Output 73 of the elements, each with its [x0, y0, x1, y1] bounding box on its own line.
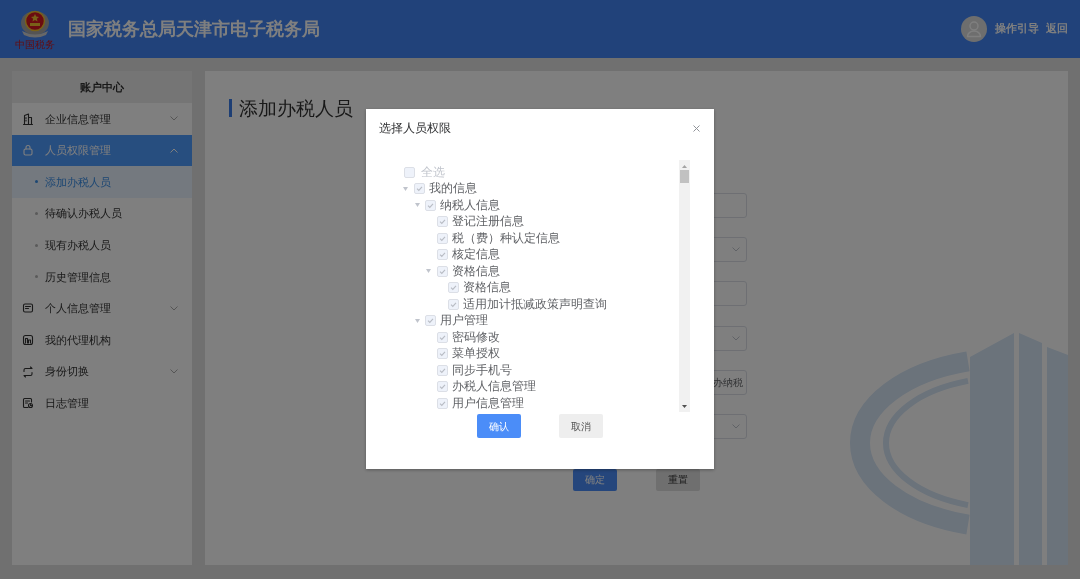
- checkbox[interactable]: [436, 397, 448, 409]
- tree-node-label[interactable]: 用户管理: [440, 312, 488, 330]
- tree-node-label[interactable]: 密码修改: [451, 328, 500, 346]
- checkbox[interactable]: [425, 315, 436, 327]
- secondary-button[interactable]: 重置: [656, 468, 700, 491]
- building-square-icon: [22, 333, 34, 346]
- scrollbar[interactable]: [679, 160, 690, 412]
- checkbox[interactable]: [436, 249, 448, 261]
- checkbox[interactable]: [436, 381, 448, 393]
- checkbox[interactable]: [436, 216, 448, 228]
- header-link[interactable]: 返回: [1046, 21, 1068, 37]
- checkbox[interactable]: [425, 199, 436, 211]
- tree-node-label[interactable]: 登记注册信息: [451, 213, 524, 231]
- document-clock-icon: [22, 397, 34, 410]
- tree-node-label[interactable]: 菜单授权: [451, 345, 500, 363]
- sidebar-item[interactable]: 我的代理机构: [12, 324, 192, 356]
- sidebar-subitem[interactable]: 添加办税人员: [12, 166, 192, 198]
- tree-node-label[interactable]: 纳税人信息: [440, 196, 500, 214]
- logo-text: 中国税务: [15, 38, 55, 50]
- chevron-down-icon: [732, 423, 740, 429]
- tree-node-label[interactable]: 资格信息: [463, 279, 511, 297]
- primary-button[interactable]: 确定: [573, 468, 617, 491]
- building-icon: [22, 112, 34, 125]
- secondary-button[interactable]: 取消: [559, 414, 603, 438]
- page-title: 添加办税人员: [239, 98, 353, 118]
- checkbox[interactable]: [436, 232, 448, 244]
- checkbox[interactable]: [436, 348, 448, 360]
- checkbox[interactable]: [436, 364, 448, 376]
- bullet-icon: [35, 243, 38, 247]
- card-lines-icon: [22, 302, 34, 315]
- scroll-up-icon[interactable]: [682, 165, 687, 168]
- lock-icon: [22, 144, 34, 157]
- tree-node-label[interactable]: 适用加计抵减政策声明查询: [463, 295, 607, 313]
- sidebar-item[interactable]: 日志管理: [12, 387, 192, 419]
- sidebar-subitem[interactable]: 现有办税人员: [12, 229, 192, 261]
- tree-node-label[interactable]: 核定信息: [451, 246, 500, 264]
- dialog-title: 选择人员权限: [379, 120, 451, 137]
- caret-icon[interactable]: [414, 203, 420, 208]
- checkbox[interactable]: [436, 331, 448, 343]
- emblem-icon: [19, 8, 51, 39]
- checkbox[interactable]: [448, 298, 459, 310]
- header-link[interactable]: 操作引导: [995, 21, 1039, 37]
- tree-node-label[interactable]: 同步手机号: [451, 361, 512, 379]
- checkbox[interactable]: [436, 265, 448, 277]
- scroll-down-icon[interactable]: [682, 405, 687, 408]
- primary-button[interactable]: 确认: [477, 414, 521, 438]
- bullet-icon: [35, 212, 38, 216]
- sidebar-item[interactable]: 身份切换: [12, 355, 192, 388]
- swap-arrows-icon: [22, 365, 34, 378]
- tree-node-label[interactable]: 办税人信息管理: [451, 378, 536, 396]
- sidebar-subitem[interactable]: 待确认办税人员: [12, 197, 192, 230]
- caret-icon[interactable]: [403, 186, 408, 191]
- caret-icon[interactable]: [426, 269, 431, 274]
- caret-icon[interactable]: [414, 318, 420, 323]
- checkbox[interactable]: [448, 282, 459, 294]
- sidebar-item[interactable]: 个人信息管理: [12, 292, 192, 325]
- sidebar-title: 账户中心: [12, 71, 192, 103]
- bullet-icon: [35, 275, 38, 279]
- chevron-down-icon: [732, 247, 740, 253]
- chevron-down-icon: [732, 335, 740, 341]
- scrollbar-thumb[interactable]: [680, 170, 689, 183]
- tree-node-label[interactable]: 我的信息: [428, 180, 477, 198]
- tree-node-label[interactable]: 税（费）种认定信息: [451, 229, 560, 247]
- title-accent-bar: [229, 99, 232, 117]
- tree-node-label[interactable]: 用户信息管理: [451, 394, 524, 412]
- sidebar-subitem[interactable]: 历史管理信息: [12, 260, 192, 293]
- sidebar-item[interactable]: 企业信息管理: [12, 103, 192, 135]
- tree-node-label[interactable]: 资格信息: [451, 262, 500, 280]
- bullet-icon: [35, 180, 38, 184]
- avatar-icon[interactable]: [961, 16, 987, 42]
- close-icon[interactable]: [693, 124, 700, 132]
- checkbox[interactable]: [413, 183, 425, 195]
- site-title: 国家税务总局天津市电子税务局: [68, 17, 320, 41]
